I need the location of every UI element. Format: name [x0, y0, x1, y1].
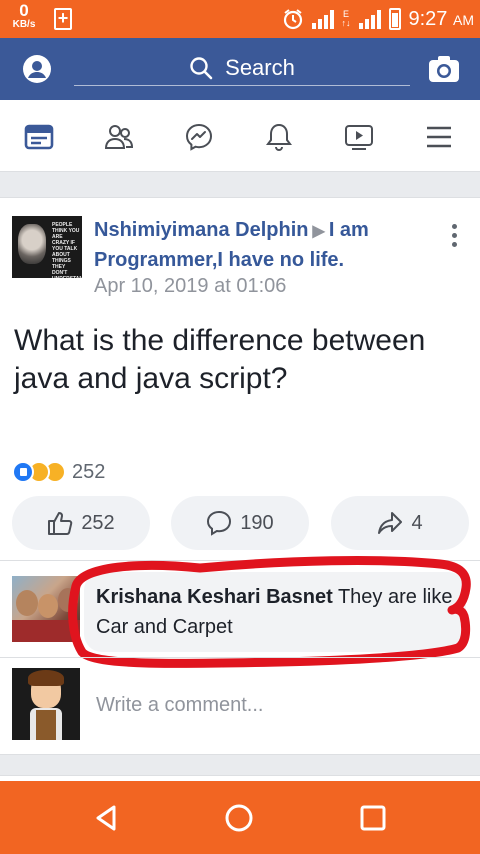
avatar-quote-text: PEOPLE THINK YOU ARE CRAZY IF YOU TALK A… — [52, 222, 82, 278]
clock: 9:27 AM — [409, 8, 475, 31]
current-user-avatar — [12, 668, 80, 740]
home-icon[interactable] — [224, 803, 254, 833]
divider — [0, 560, 480, 561]
search-label: Search — [225, 54, 295, 80]
share-count: 4 — [411, 511, 423, 534]
status-bar: 0 KB/s E↑↓ 9:27 AM — [0, 0, 480, 38]
news-feed-icon[interactable] — [24, 122, 54, 152]
reaction-summary[interactable]: 252 — [12, 460, 105, 484]
battery-icon — [388, 8, 401, 30]
share-button[interactable]: 4 — [331, 496, 469, 550]
like-button[interactable]: 252 — [12, 496, 150, 550]
comment-bubble[interactable]: Krishana Keshari Basnet They are like Ca… — [84, 572, 466, 652]
menu-icon[interactable] — [424, 122, 454, 152]
notifications-icon[interactable] — [264, 122, 294, 152]
divider — [0, 657, 480, 658]
messenger-icon[interactable] — [184, 122, 214, 152]
clock-ampm: AM — [453, 11, 474, 28]
friends-icon[interactable] — [104, 122, 134, 152]
post-header: Nshimiyimana Delphin ▶ I am Programmer,I h… — [94, 216, 434, 274]
like-count: 252 — [81, 511, 115, 534]
search-bar[interactable]: Search — [74, 50, 410, 86]
network-type-icon: E ↑↓ — [341, 9, 351, 28]
system-nav-bar — [0, 781, 480, 854]
post-card: PEOPLE THINK YOU ARE CRAZY IF YOU TALK A… — [0, 197, 480, 755]
recents-icon[interactable] — [358, 803, 388, 833]
comment-input[interactable] — [96, 688, 456, 722]
camera-icon[interactable] — [428, 54, 460, 84]
author-name[interactable]: Nshimiyimana Delphin — [94, 219, 309, 241]
post-text: What is the difference between java and … — [14, 324, 426, 395]
comment-count: 190 — [240, 511, 274, 534]
author-avatar[interactable]: PEOPLE THINK YOU ARE CRAZY IF YOU TALK A… — [12, 216, 82, 278]
post-timestamp[interactable]: Apr 10, 2019 at 01:06 — [94, 275, 286, 298]
app-header: Search — [0, 38, 480, 100]
battery-saver-icon — [54, 8, 72, 30]
feed-gap — [0, 755, 480, 781]
tab-bar — [0, 100, 480, 172]
status-icons: E ↑↓ 9:27 AM — [282, 5, 475, 33]
comment-button[interactable]: 190 — [171, 496, 309, 550]
back-icon[interactable] — [92, 803, 122, 833]
reaction-count: 252 — [72, 460, 106, 483]
network-speed-value: 0 — [19, 1, 29, 20]
network-speed-unit: KB/s — [12, 19, 36, 30]
comment-icon — [207, 510, 232, 536]
commenter-name[interactable]: Krishana Keshari Basnet — [96, 586, 333, 608]
feed-gap — [0, 172, 480, 197]
watch-icon[interactable] — [344, 122, 374, 152]
commenter-avatar[interactable] — [12, 576, 80, 642]
search-icon — [190, 56, 213, 79]
clock-time: 9:27 — [408, 7, 448, 30]
share-icon — [378, 512, 403, 534]
more-options-icon[interactable] — [452, 224, 460, 250]
network-speed: 0 KB/s — [6, 2, 42, 30]
arrow-icon: ▶ — [312, 223, 325, 240]
alarm-icon — [283, 9, 302, 30]
profile-icon[interactable] — [22, 54, 52, 84]
like-reaction-icon — [12, 461, 34, 483]
signal-2-icon — [358, 9, 381, 29]
like-icon — [48, 512, 73, 535]
signal-icon — [311, 9, 334, 29]
avatar-face — [18, 224, 46, 264]
